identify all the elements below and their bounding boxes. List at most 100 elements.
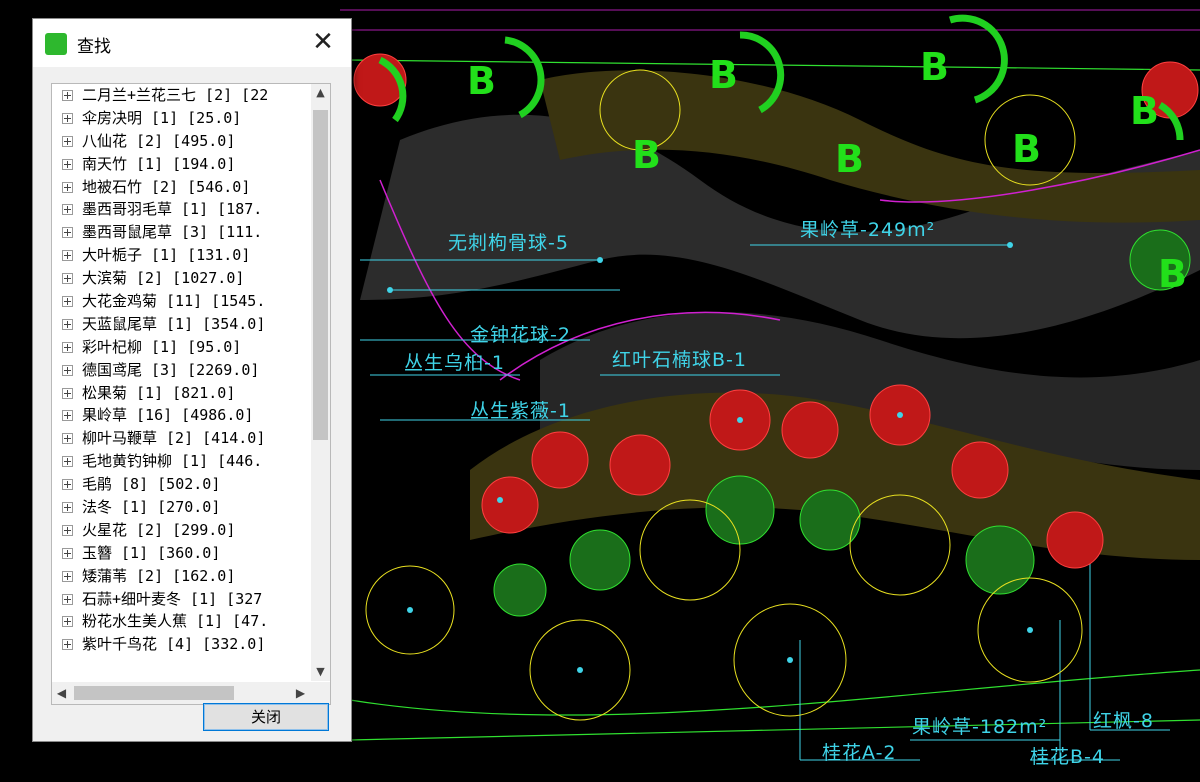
tree-item[interactable]: 南天竹 [1] [194.0] bbox=[52, 153, 310, 176]
tree-item[interactable]: 石蒜+细叶麦冬 [1] [327 bbox=[52, 588, 310, 611]
tree-item[interactable]: 玉簪 [1] [360.0] bbox=[52, 542, 310, 565]
expand-plus-icon[interactable] bbox=[62, 410, 73, 422]
tree-item[interactable]: 地被石竹 [2] [546.0] bbox=[52, 176, 310, 199]
dialog-title: 查找 bbox=[77, 37, 111, 57]
tree-item[interactable]: 矮蒲苇 [2] [162.0] bbox=[52, 565, 310, 588]
label-guihua-b: 桂花B-4 bbox=[1030, 746, 1105, 768]
tree-item-label: 柳叶马鞭草 [2] [414.0] bbox=[82, 429, 266, 448]
expand-plus-icon[interactable] bbox=[62, 547, 73, 559]
close-icon[interactable]: ✕ bbox=[309, 27, 337, 57]
tree-item[interactable]: 德国鸢尾 [3] [2269.0] bbox=[52, 359, 310, 382]
expand-plus-icon[interactable] bbox=[62, 593, 73, 605]
dialog-titlebar[interactable]: 查找 ✕ bbox=[33, 19, 351, 67]
tree-letter-b: B bbox=[1158, 252, 1187, 296]
tree-item[interactable]: 墨西哥鼠尾草 [3] [111. bbox=[52, 221, 310, 244]
vertical-scroll-thumb[interactable] bbox=[313, 110, 328, 440]
tree-item[interactable]: 火星花 [2] [299.0] bbox=[52, 519, 310, 542]
tree-item-label: 二月兰+兰花三七 [2] [22 bbox=[82, 86, 269, 104]
tree-item-label: 法冬 [1] [270.0] bbox=[82, 498, 221, 517]
tree-item[interactable]: 毛鹃 [8] [502.0] bbox=[52, 473, 310, 496]
label-ziwei: 丛生紫薇-1 bbox=[470, 400, 571, 422]
expand-plus-icon[interactable] bbox=[62, 639, 73, 651]
tree-item-label: 墨西哥鼠尾草 [3] [111. bbox=[82, 223, 263, 242]
tree-item[interactable]: 法冬 [1] [270.0] bbox=[52, 496, 310, 519]
horizontal-scrollbar[interactable]: ◀ ▶ bbox=[52, 682, 330, 704]
tree-item[interactable]: 大叶栀子 [1] [131.0] bbox=[52, 244, 310, 267]
tree-item[interactable]: 果岭草 [16] [4986.0] bbox=[52, 404, 310, 427]
tree-item-label: 松果菊 [1] [821.0] bbox=[82, 383, 236, 402]
tree-item[interactable]: 大花金鸡菊 [11] [1545. bbox=[52, 290, 310, 313]
app-logo-icon bbox=[45, 33, 67, 55]
tree-item[interactable]: 彩叶杞柳 [1] [95.0] bbox=[52, 336, 310, 359]
expand-plus-icon[interactable] bbox=[62, 318, 73, 330]
tree-item[interactable]: 柳叶马鞭草 [2] [414.0] bbox=[52, 427, 310, 450]
tree-item-label: 彩叶杞柳 [1] [95.0] bbox=[82, 337, 242, 356]
scroll-left-icon[interactable]: ◀ bbox=[52, 682, 71, 704]
tree-item-label: 南天竹 [1] [194.0] bbox=[82, 154, 236, 173]
tree-letter-b: B bbox=[835, 137, 864, 181]
expand-plus-icon[interactable] bbox=[62, 227, 73, 239]
tree-item-label: 德国鸢尾 [3] [2269.0] bbox=[82, 360, 260, 379]
tree-item[interactable]: 墨西哥羽毛草 [1] [187. bbox=[52, 198, 310, 221]
expand-plus-icon[interactable] bbox=[62, 273, 73, 285]
expand-plus-icon[interactable] bbox=[62, 479, 73, 491]
expand-plus-icon[interactable] bbox=[62, 456, 73, 468]
tree-item-label: 果岭草 [16] [4986.0] bbox=[82, 406, 254, 425]
expand-plus-icon[interactable] bbox=[62, 204, 73, 216]
label-guoling-182: 果岭草-182m² bbox=[912, 716, 1048, 738]
expand-plus-icon[interactable] bbox=[62, 135, 73, 147]
tree-item-label: 地被石竹 [2] [546.0] bbox=[82, 177, 251, 196]
horizontal-scroll-thumb[interactable] bbox=[74, 686, 234, 700]
expand-plus-icon[interactable] bbox=[62, 90, 73, 101]
tree-items-container: 二月兰+兰花三七 [2] [22 伞房决明 [1] [25.0] 八仙花 [2] [… bbox=[52, 84, 310, 681]
expand-plus-icon[interactable] bbox=[62, 502, 73, 514]
tree-letter-b: B bbox=[632, 133, 661, 177]
label-guihua-a: 桂花A-2 bbox=[822, 742, 897, 764]
expand-plus-icon[interactable] bbox=[62, 250, 73, 262]
expand-plus-icon[interactable] bbox=[62, 616, 73, 628]
tree-item-label: 天蓝鼠尾草 [1] [354.0] bbox=[82, 314, 266, 333]
label-hongye-shinan: 红叶石楠球B-1 bbox=[612, 349, 747, 371]
tree-item-label: 毛鹃 [8] [502.0] bbox=[82, 475, 221, 494]
tree-item[interactable]: 毛地黄钓钟柳 [1] [446. bbox=[52, 450, 310, 473]
expand-plus-icon[interactable] bbox=[62, 158, 73, 170]
label-wuci-gougu: 无刺枸骨球-5 bbox=[448, 232, 569, 254]
tree-letter-b: B bbox=[920, 45, 949, 89]
find-dialog: 查找 ✕ 二月兰+兰花三七 [2] [22 伞房决明 [1] [25.0] 八仙花 … bbox=[32, 18, 352, 742]
tree-letter-b: B bbox=[1012, 127, 1041, 171]
label-jinzhong: 金钟花球-2 bbox=[470, 324, 571, 346]
tree-item[interactable]: 伞房决明 [1] [25.0] bbox=[52, 107, 310, 130]
tree-item[interactable]: 紫叶千鸟花 [4] [332.0] bbox=[52, 633, 310, 656]
tree-item-label: 大叶栀子 [1] [131.0] bbox=[82, 246, 251, 265]
tree-letter-b: B bbox=[467, 59, 496, 103]
tree-item-label: 毛地黄钓钟柳 [1] [446. bbox=[82, 452, 263, 471]
tree-item-label: 紫叶千鸟花 [4] [332.0] bbox=[82, 635, 266, 654]
tree-item-label: 大滨菊 [2] [1027.0] bbox=[82, 269, 245, 288]
expand-plus-icon[interactable] bbox=[62, 364, 73, 376]
scroll-up-icon[interactable]: ▲ bbox=[311, 84, 330, 102]
tree-item-label: 墨西哥羽毛草 [1] [187. bbox=[82, 200, 263, 219]
expand-plus-icon[interactable] bbox=[62, 296, 73, 308]
tree-item-label: 大花金鸡菊 [11] [1545. bbox=[82, 292, 266, 311]
tree-item[interactable]: 天蓝鼠尾草 [1] [354.0] bbox=[52, 313, 310, 336]
close-button[interactable]: 关闭 bbox=[203, 703, 329, 731]
expand-plus-icon[interactable] bbox=[62, 433, 73, 445]
expand-plus-icon[interactable] bbox=[62, 112, 73, 124]
expand-plus-icon[interactable] bbox=[62, 181, 73, 193]
tree-item-label: 粉花水生美人蕉 [1] [47. bbox=[82, 612, 269, 631]
tree-item[interactable]: 二月兰+兰花三七 [2] [22 bbox=[52, 84, 310, 107]
vertical-scrollbar[interactable]: ▲ ▼ bbox=[311, 84, 330, 681]
expand-plus-icon[interactable] bbox=[62, 524, 73, 536]
tree-item[interactable]: 八仙花 [2] [495.0] bbox=[52, 130, 310, 153]
tree-letter-b: B bbox=[1130, 89, 1159, 133]
tree-item[interactable]: 松果菊 [1] [821.0] bbox=[52, 382, 310, 405]
tree-letter-b: B bbox=[709, 53, 738, 97]
tree-item[interactable]: 大滨菊 [2] [1027.0] bbox=[52, 267, 310, 290]
expand-plus-icon[interactable] bbox=[62, 341, 73, 353]
tree-item-label: 矮蒲苇 [2] [162.0] bbox=[82, 566, 236, 585]
tree-item[interactable]: 粉花水生美人蕉 [1] [47. bbox=[52, 610, 310, 633]
expand-plus-icon[interactable] bbox=[62, 570, 73, 582]
scroll-down-icon[interactable]: ▼ bbox=[311, 663, 330, 681]
expand-plus-icon[interactable] bbox=[62, 387, 73, 399]
scroll-right-icon[interactable]: ▶ bbox=[291, 682, 310, 704]
